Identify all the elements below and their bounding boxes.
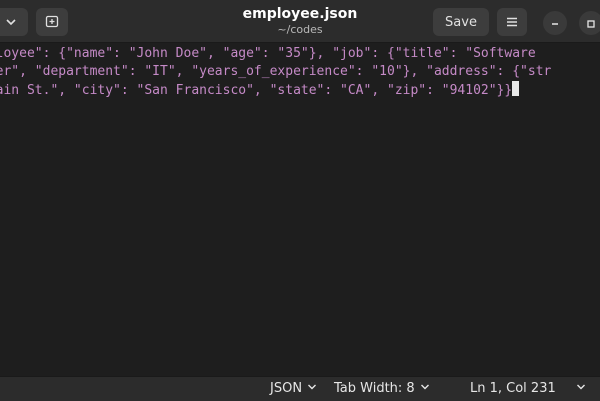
status-bar: JSON Tab Width: 8 Ln 1, Col 231: [0, 376, 600, 401]
header-bar: employee.json ~/codes Save: [0, 0, 600, 43]
chevron-down-icon: [5, 13, 17, 32]
new-tab-button[interactable]: [36, 8, 68, 36]
language-selector[interactable]: JSON: [270, 381, 317, 396]
chevron-down-icon: [307, 381, 317, 396]
maximize-button[interactable]: [579, 11, 600, 35]
open-dropdown-button[interactable]: [0, 8, 28, 36]
code-line: mployee": {"name": "John Doe", "age": "3…: [0, 46, 536, 61]
file-path: ~/codes: [277, 23, 323, 36]
minimize-icon: [550, 14, 560, 33]
chevron-down-icon: [576, 381, 586, 396]
text-cursor: [512, 81, 520, 96]
main-menu-button[interactable]: [497, 8, 527, 36]
text-editor-area[interactable]: mployee": {"name": "John Doe", "age": "3…: [0, 43, 600, 376]
language-label: JSON: [270, 381, 303, 396]
file-name: employee.json: [242, 6, 358, 22]
cursor-position-label: Ln 1, Col 231: [470, 381, 556, 396]
code-line: neer", "department": "IT", "years_of_exp…: [0, 64, 552, 79]
tab-width-label: Tab Width: 8: [334, 381, 415, 396]
tab-width-selector[interactable]: Tab Width: 8: [334, 381, 430, 396]
minimize-button[interactable]: [543, 11, 567, 35]
code-line: Main St.", "city": "San Francisco", "sta…: [0, 81, 520, 100]
status-menu-button[interactable]: [576, 381, 586, 396]
hamburger-menu-icon: [506, 13, 518, 32]
new-tab-icon: [45, 13, 59, 32]
window-title: employee.json ~/codes: [200, 6, 400, 37]
save-button-label: Save: [445, 14, 477, 30]
save-button[interactable]: Save: [433, 8, 489, 36]
chevron-down-icon: [420, 381, 430, 396]
cursor-position-indicator[interactable]: Ln 1, Col 231: [470, 381, 556, 396]
maximize-icon: [586, 14, 596, 33]
